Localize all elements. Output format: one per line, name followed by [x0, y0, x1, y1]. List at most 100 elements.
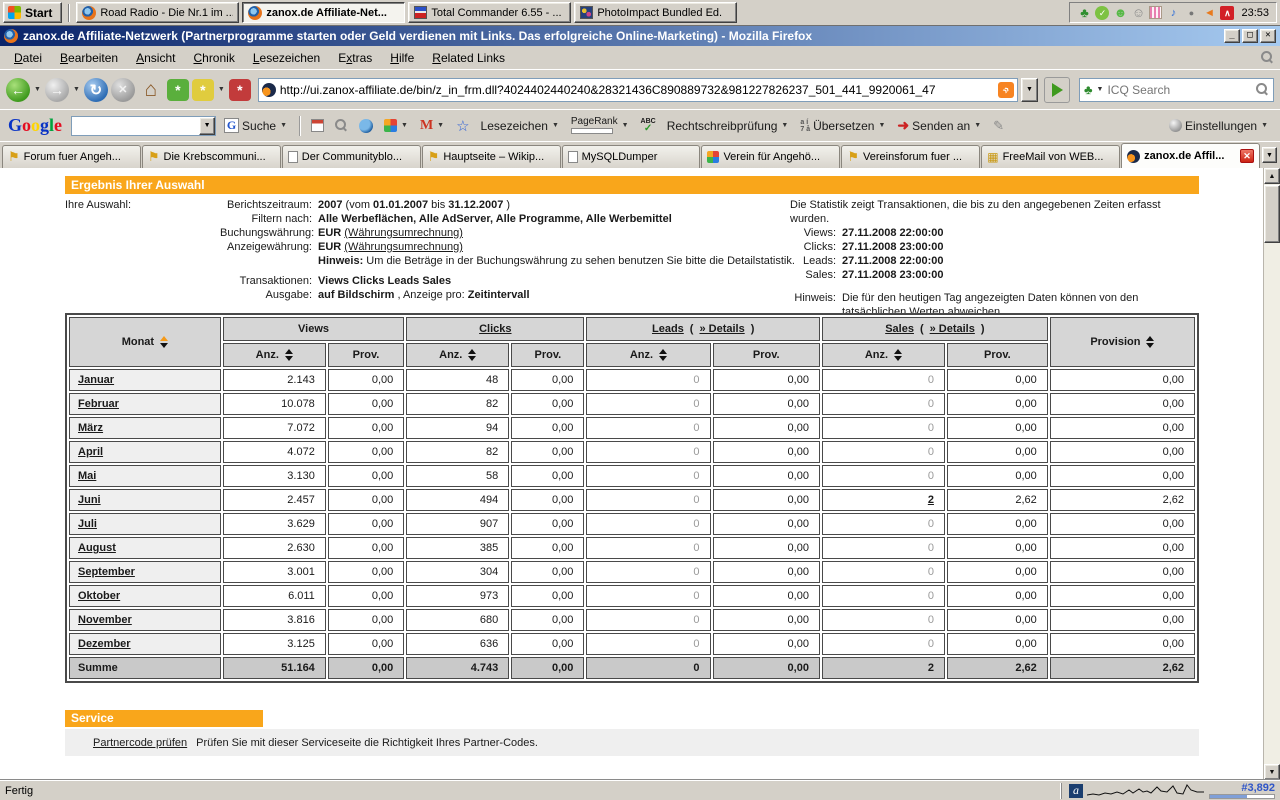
- views-anz-header[interactable]: Anz.: [223, 343, 326, 367]
- month-link[interactable]: Mai: [78, 470, 96, 482]
- browser-tab[interactable]: ⚑Die Krebscommuni...: [142, 145, 281, 168]
- home-button[interactable]: ⌂: [138, 77, 164, 103]
- search-input[interactable]: [1107, 83, 1253, 97]
- gmail-button[interactable]: M▼: [417, 116, 448, 136]
- month-link[interactable]: Juli: [78, 518, 97, 530]
- google-search-button[interactable]: G Suche ▼: [221, 116, 291, 135]
- smiley-icon[interactable]: ☺: [1131, 6, 1145, 20]
- scroll-up-icon[interactable]: ▲: [1264, 168, 1280, 184]
- sales-anz-header[interactable]: Anz.: [822, 343, 945, 367]
- menu-item-hilfe[interactable]: Hilfe: [382, 48, 422, 68]
- clover-icon[interactable]: ♣: [1077, 6, 1091, 20]
- leads-group-header[interactable]: Leads ( » Details): [586, 317, 820, 341]
- alexa-rank-widget[interactable]: a #3,892: [1061, 783, 1275, 799]
- einstellungen-button[interactable]: Einstellungen▼: [1166, 117, 1272, 135]
- provision-column-header[interactable]: Provision: [1050, 317, 1195, 367]
- tab-close-icon[interactable]: ✕: [1240, 149, 1254, 163]
- taskbar-task[interactable]: Road Radio - Die Nr.1 im ...: [76, 2, 239, 23]
- currency-conversion-link[interactable]: (Währungsumrechnung): [344, 241, 463, 253]
- taskbar-task[interactable]: PhotoImpact Bundled Ed.: [574, 2, 737, 23]
- menu-item-ansicht[interactable]: Ansicht: [128, 48, 183, 68]
- month-link[interactable]: Dezember: [78, 638, 131, 650]
- sound-mixer-icon[interactable]: ♪: [1166, 6, 1180, 20]
- avira-icon[interactable]: ∧: [1220, 6, 1234, 20]
- menu-item-chronik[interactable]: Chronik: [185, 48, 242, 68]
- back-button[interactable]: ←: [6, 78, 30, 102]
- leads-anz-header[interactable]: Anz.: [586, 343, 710, 367]
- menu-item-lesezeichen[interactable]: Lesezeichen: [245, 48, 328, 68]
- sales-detail-link[interactable]: 2: [928, 494, 934, 506]
- reload-button[interactable]: ↻: [84, 78, 108, 102]
- calendar-button[interactable]: [308, 117, 327, 134]
- clicks-anz-header[interactable]: Anz.: [406, 343, 509, 367]
- month-link[interactable]: Januar: [78, 374, 114, 386]
- month-link[interactable]: August: [78, 542, 116, 554]
- photos-button[interactable]: ▼: [381, 117, 412, 134]
- details-link[interactable]: » Details: [930, 323, 975, 335]
- highlighter-button[interactable]: ✎: [990, 116, 1007, 136]
- partnercode-pruefen-link[interactable]: Partnercode prüfen: [93, 737, 187, 749]
- page-info-button[interactable]: [332, 117, 351, 134]
- spellcheck-abc-button[interactable]: ABC✓: [638, 116, 659, 135]
- leads-header-link[interactable]: Leads: [652, 323, 684, 335]
- extension-yellow-icon[interactable]: *: [192, 79, 214, 101]
- currency-conversion-link[interactable]: (Währungsumrechnung): [344, 227, 463, 239]
- month-link[interactable]: September: [78, 566, 135, 578]
- month-link[interactable]: November: [78, 614, 132, 626]
- back-dropdown-icon[interactable]: ▼: [33, 86, 42, 93]
- google-search-dropdown-icon[interactable]: ▼: [199, 117, 215, 135]
- browser-tab[interactable]: zanox.de Affil...✕: [1121, 143, 1260, 168]
- minimize-button[interactable]: _: [1224, 29, 1240, 43]
- google-search-input[interactable]: [72, 117, 199, 135]
- close-button[interactable]: ✕: [1260, 29, 1276, 43]
- forward-button[interactable]: →: [45, 78, 69, 102]
- volume-icon[interactable]: ●: [1184, 6, 1198, 20]
- tab-overflow-dropdown[interactable]: ▼: [1262, 147, 1277, 163]
- rss-feed-icon[interactable]: »: [998, 82, 1014, 98]
- browser-tab[interactable]: Verein für Angehö...: [701, 145, 840, 168]
- striped-badge-icon[interactable]: [1149, 6, 1162, 19]
- browser-tab[interactable]: ⚑Vereinsforum fuer ...: [841, 145, 980, 168]
- browser-tab[interactable]: MySQLDumper: [562, 145, 701, 168]
- extension-dropdown-icon[interactable]: ▼: [217, 86, 226, 93]
- icq-search-engine-icon[interactable]: ♣: [1084, 82, 1093, 97]
- browser-tab[interactable]: ⚑Hauptseite – Wikip...: [422, 145, 561, 168]
- month-link[interactable]: Februar: [78, 398, 119, 410]
- messenger-contact-icon[interactable]: ☻: [1113, 6, 1127, 20]
- month-link[interactable]: April: [78, 446, 103, 458]
- taskbar-task[interactable]: zanox.de Affiliate-Net...: [242, 2, 405, 23]
- bookmark-star-button[interactable]: ☆: [453, 115, 472, 137]
- views-group-header[interactable]: Views: [223, 317, 404, 341]
- sales-header-link[interactable]: Sales: [885, 323, 914, 335]
- browser-tab[interactable]: ▦FreeMail von WEB...: [981, 145, 1120, 168]
- taskbar-task[interactable]: Total Commander 6.55 - ...: [408, 2, 571, 23]
- menu-item-datei[interactable]: Datei: [6, 48, 50, 68]
- rechtschreibpruefung-button[interactable]: Rechtschreibprüfung▼: [664, 117, 793, 135]
- sales-group-header[interactable]: Sales ( » Details): [822, 317, 1048, 341]
- month-link[interactable]: März: [78, 422, 103, 434]
- clicks-header-link[interactable]: Clicks: [479, 323, 511, 335]
- monat-column-header[interactable]: Monat: [69, 317, 221, 367]
- search-engine-dropdown-icon[interactable]: ▼: [1096, 86, 1105, 93]
- details-link[interactable]: » Details: [699, 323, 744, 335]
- month-link[interactable]: Juni: [78, 494, 101, 506]
- clicks-group-header[interactable]: Clicks: [406, 317, 584, 341]
- vertical-scrollbar[interactable]: ▲ ▼: [1263, 168, 1280, 780]
- antivirus-check-icon[interactable]: ✓: [1095, 6, 1109, 20]
- browser-tab[interactable]: Der Communityblo...: [282, 145, 421, 168]
- menu-item-related-links[interactable]: Related Links: [424, 48, 513, 68]
- extension-green-icon[interactable]: *: [167, 79, 189, 101]
- loudspeaker-icon[interactable]: ◄: [1202, 6, 1216, 20]
- maximize-button[interactable]: □: [1242, 29, 1258, 43]
- menu-item-extras[interactable]: Extras: [330, 48, 380, 68]
- forward-dropdown-icon[interactable]: ▼: [72, 86, 81, 93]
- start-button[interactable]: Start: [3, 2, 62, 23]
- google-earth-button[interactable]: [356, 117, 376, 135]
- go-button[interactable]: [1044, 77, 1070, 103]
- url-input[interactable]: [280, 83, 994, 97]
- senden-an-button[interactable]: ➜Senden an▼: [894, 115, 985, 136]
- uebersetzen-button[interactable]: a í7 å Übersetzen▼: [797, 117, 889, 135]
- url-history-dropdown[interactable]: ▼: [1021, 78, 1038, 102]
- extension-red-icon[interactable]: *: [229, 79, 251, 101]
- month-link[interactable]: Oktober: [78, 590, 120, 602]
